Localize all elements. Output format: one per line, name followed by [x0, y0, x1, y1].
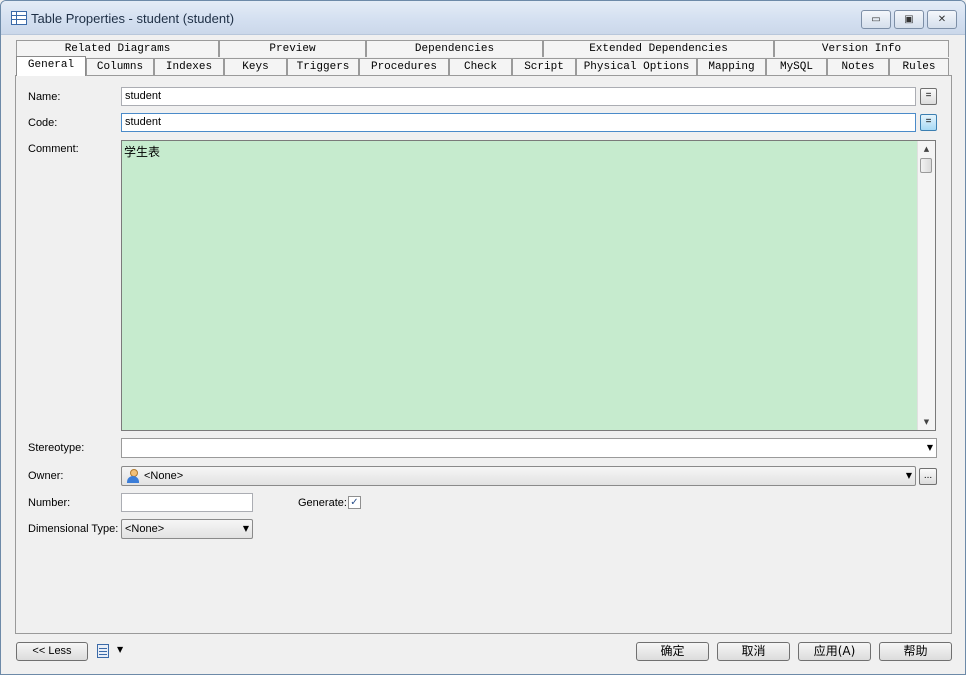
tab-general[interactable]: General [16, 56, 86, 76]
owner-browse-button[interactable]: ... [919, 468, 937, 485]
title-bar: Table Properties - student (student) ▭ ▣… [1, 1, 965, 35]
tab-check[interactable]: Check [449, 58, 512, 75]
dimensional-type-label: Dimensional Type: [28, 523, 119, 535]
dimensional-type-value: <None> [125, 523, 165, 535]
tab-row-top: Related Diagrams Preview Dependencies Ex… [16, 40, 950, 57]
generate-label: Generate: [298, 497, 347, 509]
owner-label: Owner: [28, 470, 64, 482]
code-field[interactable]: student [121, 113, 916, 132]
tab-keys[interactable]: Keys [224, 58, 287, 75]
comment-textarea[interactable]: 学生表 ▲ ▼ [121, 140, 936, 431]
tab-related-diagrams[interactable]: Related Diagrams [16, 40, 219, 57]
help-button[interactable]: 帮助 [879, 642, 952, 661]
apply-button[interactable]: 应用(A) [798, 642, 871, 661]
tab-mapping[interactable]: Mapping [697, 58, 766, 75]
number-label: Number: [28, 497, 71, 509]
ok-button[interactable]: 确定 [636, 642, 709, 661]
tab-version-info[interactable]: Version Info [774, 40, 949, 57]
chevron-down-icon[interactable]: ▼ [906, 467, 912, 485]
tab-preview[interactable]: Preview [219, 40, 366, 57]
chevron-down-icon[interactable]: ▼ [117, 645, 123, 654]
name-label: Name: [28, 91, 61, 103]
toolbar-menu-icon[interactable] [97, 644, 109, 658]
tab-procedures[interactable]: Procedures [359, 58, 449, 75]
less-button[interactable]: << Less [16, 642, 88, 661]
user-icon [126, 469, 140, 483]
generate-checkbox[interactable]: ✓ [348, 496, 361, 509]
code-sync-button[interactable]: = [920, 114, 937, 131]
tab-indexes[interactable]: Indexes [154, 58, 224, 75]
table-properties-window: Table Properties - student (student) ▭ ▣… [0, 0, 966, 675]
restore-button[interactable]: ▣ [894, 10, 924, 29]
tab-triggers[interactable]: Triggers [287, 58, 359, 75]
tab-columns[interactable]: Columns [86, 58, 154, 75]
cancel-button[interactable]: 取消 [717, 642, 790, 661]
minimize-button[interactable]: ▭ [861, 10, 891, 29]
stereotype-label: Stereotype: [28, 442, 85, 454]
chevron-down-icon[interactable]: ▼ [243, 520, 249, 538]
scroll-thumb[interactable] [920, 158, 932, 173]
tab-extended-dependencies[interactable]: Extended Dependencies [543, 40, 774, 57]
window-title: Table Properties - student (student) [31, 11, 235, 26]
name-code-sync-button[interactable]: = [920, 88, 937, 105]
scroll-up-icon[interactable]: ▲ [918, 141, 935, 157]
comment-label: Comment: [28, 143, 79, 155]
owner-value: <None> [144, 470, 184, 482]
code-label: Code: [28, 117, 58, 129]
close-button[interactable]: ✕ [927, 10, 957, 29]
tab-physical-options[interactable]: Physical Options [576, 58, 697, 75]
tab-row-bottom: General Columns Indexes Keys Triggers Pr… [16, 56, 950, 76]
name-field[interactable]: student [121, 87, 916, 106]
table-icon [11, 11, 27, 25]
tab-mysql[interactable]: MySQL [766, 58, 827, 75]
tab-notes[interactable]: Notes [827, 58, 889, 75]
number-field[interactable] [121, 493, 253, 512]
owner-combo[interactable]: <None> ▼ [121, 466, 916, 486]
tab-dependencies[interactable]: Dependencies [366, 40, 543, 57]
chevron-down-icon[interactable]: ▼ [927, 439, 933, 457]
scroll-down-icon[interactable]: ▼ [918, 414, 935, 430]
comment-scrollbar[interactable]: ▲ ▼ [917, 141, 935, 430]
stereotype-combo[interactable]: ▼ [121, 438, 937, 458]
tab-rules[interactable]: Rules [889, 58, 949, 75]
comment-text: 学生表 [124, 145, 161, 159]
dimensional-type-select[interactable]: <None> ▼ [121, 519, 253, 539]
tab-script[interactable]: Script [512, 58, 576, 75]
